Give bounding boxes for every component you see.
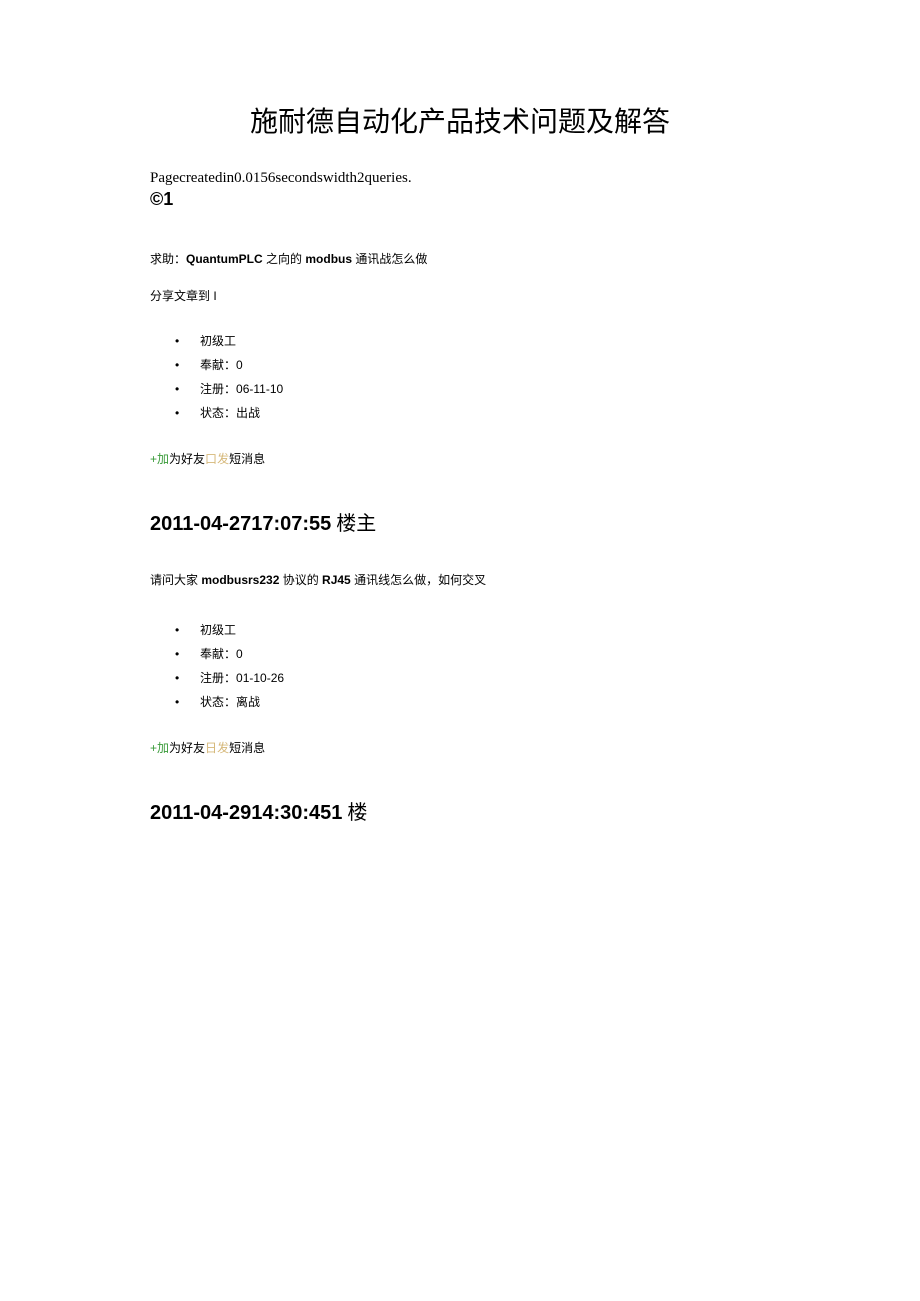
footer-text: Pagecreatedin0.0156secondswidth2queries. bbox=[150, 170, 770, 187]
send-msg-send[interactable]: 发 bbox=[217, 741, 229, 755]
send-msg-send[interactable]: 发 bbox=[217, 452, 229, 466]
user-rank: 初级工 bbox=[200, 329, 770, 353]
page-title: 施耐德自动化产品技术问题及解答 bbox=[150, 100, 770, 140]
post-time: 2011-04-2914:30:451 bbox=[150, 802, 342, 824]
user-reg: 注册：01-10-26 bbox=[200, 666, 770, 690]
user-rank: 初级工 bbox=[200, 618, 770, 642]
send-msg-text[interactable]: 短消息 bbox=[229, 741, 265, 755]
user-status: 状态：出战 bbox=[200, 401, 770, 425]
post-time: 2011-04-2717:07:55 bbox=[150, 513, 331, 535]
user-status: 状态：离战 bbox=[200, 690, 770, 714]
user-reg: 注册：06-11-10 bbox=[200, 377, 770, 401]
send-msg-icon[interactable]: 日 bbox=[205, 741, 217, 755]
action-line: +加为好友口发短消息 bbox=[150, 450, 770, 467]
add-friend-text[interactable]: 为好友 bbox=[169, 741, 205, 755]
share-line: 分享文章到 I bbox=[150, 287, 770, 304]
user-info-list: 初级工 奉献：0 注册：06-11-10 状态：出战 bbox=[150, 329, 770, 425]
topic-bold: QuantumPLC bbox=[186, 252, 263, 266]
add-friend-add[interactable]: 加 bbox=[157, 452, 169, 466]
add-friend-add[interactable]: 加 bbox=[157, 741, 169, 755]
user-info-list: 初级工 奉献：0 注册：01-10-26 状态：离战 bbox=[150, 618, 770, 714]
send-msg-text[interactable]: 短消息 bbox=[229, 452, 265, 466]
action-line: +加为好友日发短消息 bbox=[150, 739, 770, 756]
topic-tail: 通讯战怎么做 bbox=[352, 252, 427, 266]
copyright: ©1 bbox=[150, 189, 770, 210]
topic-bold: modbus bbox=[305, 252, 352, 266]
topic-mid: 之向的 bbox=[263, 252, 306, 266]
post-header: 2011-04-2717:07:55 楼主 bbox=[150, 507, 770, 536]
post-floor: 楼主 bbox=[331, 513, 376, 535]
post-header: 2011-04-2914:30:451 楼 bbox=[150, 796, 770, 825]
add-friend-text[interactable]: 为好友 bbox=[169, 452, 205, 466]
post-body: 请问大家 modbusrs232 协议的 RJ45 通讯线怎么做，如何交叉 bbox=[150, 571, 770, 588]
user-contrib: 奉献：0 bbox=[200, 642, 770, 666]
document-page: 施耐德自动化产品技术问题及解答 Pagecreatedin0.0156secon… bbox=[0, 0, 920, 1301]
add-friend-plus-icon[interactable]: + bbox=[150, 741, 157, 755]
send-msg-icon[interactable]: 口 bbox=[205, 452, 217, 466]
post-topic: 求助：QuantumPLC 之向的 modbus 通讯战怎么做 bbox=[150, 250, 770, 267]
add-friend-plus-icon[interactable]: + bbox=[150, 452, 157, 466]
post-floor: 楼 bbox=[342, 802, 367, 824]
topic-prefix: 求助： bbox=[150, 252, 186, 266]
user-contrib: 奉献：0 bbox=[200, 353, 770, 377]
